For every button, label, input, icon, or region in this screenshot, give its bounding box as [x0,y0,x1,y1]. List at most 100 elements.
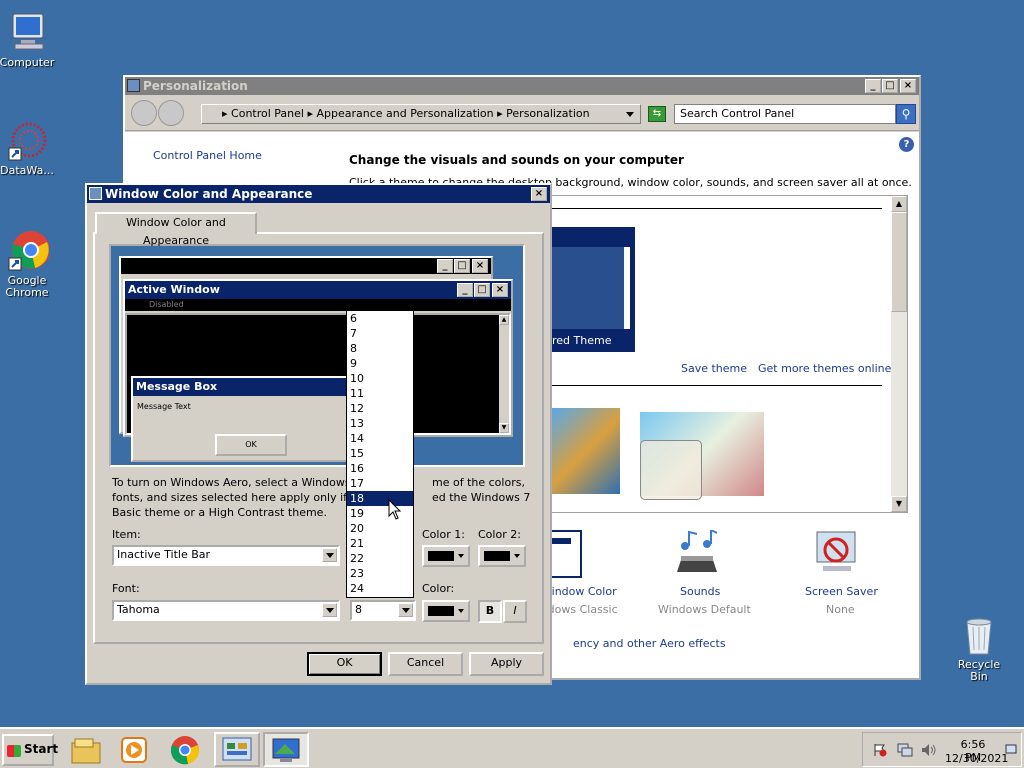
font-size-option[interactable]: 20 [347,521,413,536]
network-icon[interactable] [897,743,913,757]
desktop-icon-chrome[interactable]: Google Chrome [0,228,57,299]
action-center-icon[interactable] [873,743,887,757]
window-color-dialog: Window Color and Appearance × Window Col… [85,183,552,685]
color1-picker[interactable] [422,545,470,567]
ok-button[interactable]: OK [307,652,382,676]
breadcrumb-control-panel[interactable]: Control Panel [231,107,304,120]
appearance-preview[interactable]: _ □ × Active Window _ □ × Disabled ▲ ▼ M… [109,244,525,467]
scroll-thumb[interactable] [891,212,907,312]
taskbar-explorer-icon[interactable] [70,735,102,765]
desktop-icon-datawa[interactable]: DataWa... [0,118,57,177]
back-button[interactable] [131,100,157,126]
font-size-option[interactable]: 15 [347,446,413,461]
color1-label: Color 1: [422,528,465,541]
volume-icon[interactable] [921,743,937,757]
scroll-up-button[interactable]: ▲ [891,196,907,212]
sounds-item[interactable]: Sounds Windows Default [653,528,751,616]
screen-saver-item[interactable]: Screen Saver None [795,530,885,616]
desktop-icon-computer[interactable]: Computer [0,10,57,69]
font-color-swatch [428,606,454,616]
dialog-titlebar[interactable]: Window Color and Appearance × [87,185,550,203]
font-size-option[interactable]: 9 [347,356,413,371]
system-tray: 6:56 PM 12/30/2021 [862,732,1022,767]
tab-window-color[interactable]: Window Color and Appearance [95,212,257,247]
font-size-select[interactable]: 8 [350,600,416,621]
preview-message-box-titlebar: Message Box [133,378,357,396]
theme-thumb-aero-1[interactable] [552,408,620,494]
apply-button[interactable]: Apply [469,652,544,676]
taskbar-media-player-icon[interactable] [118,735,150,765]
maximize-button[interactable]: □ [882,79,898,93]
preview-disabled-text: Disabled [149,300,184,309]
font-size-dropdown-arrow[interactable] [398,603,413,617]
personalization-titlebar[interactable]: Personalization _ □ × [125,77,919,95]
taskbar-control-panel-button[interactable] [214,732,260,767]
refresh-icon[interactable]: ⇆ [648,106,666,122]
font-size-dropdown-list[interactable]: 6 7 8 9 10 11 12 13 14 15 16 17 18 19 20 21 22 23 24 [346,310,414,598]
font-size-option[interactable]: 6 [347,311,413,326]
taskbar-personalization-button[interactable] [263,732,309,767]
breadcrumb-appearance[interactable]: Appearance and Personalization [317,107,494,120]
more-themes-link[interactable]: Get more themes online [758,362,891,375]
font-color-label: Color: [422,582,455,595]
desktop-icon-recycle-bin[interactable]: Recycle Bin [949,612,1009,683]
address-dropdown-arrow[interactable] [626,112,634,117]
preview-inactive-titlebar: _ □ × [121,258,491,274]
font-size-option[interactable]: 10 [347,371,413,386]
scroll-down-button[interactable]: ▼ [891,496,907,512]
save-theme-link[interactable]: Save theme [681,362,747,375]
aero-info-text: To turn on Windows Aero, select a Window… [112,475,532,520]
help-icon[interactable]: ? [899,137,914,152]
font-size-option[interactable]: 8 [347,341,413,356]
start-button[interactable]: Start [2,734,58,766]
font-size-option[interactable]: 21 [347,536,413,551]
preview-message-box-title: Message Box [136,380,218,393]
search-icon[interactable]: ⚲ [896,104,916,124]
font-size-option[interactable]: 24 [347,581,413,596]
font-size-option[interactable]: 14 [347,431,413,446]
font-color-picker[interactable] [422,600,470,622]
aero-info-line-1: To turn on Windows Aero, select a Window… [112,476,351,489]
italic-button[interactable]: I [503,600,527,623]
preview-active-titlebar: Active Window _ □ × [125,281,511,299]
color2-arrow-icon [514,554,520,558]
forward-button[interactable] [158,100,184,126]
aero-effects-link[interactable]: ency and other Aero effects [573,637,726,650]
item-select[interactable]: Inactive Title Bar [112,545,340,566]
theme-list-scrollbar[interactable]: ▲ ▼ [891,196,907,512]
color2-picker[interactable] [478,545,526,567]
bold-button[interactable]: B [478,600,502,623]
preview-active-max-icon: □ [474,283,490,297]
control-panel-home-link[interactable]: Control Panel Home [153,149,262,162]
item-dropdown-arrow[interactable] [322,548,337,562]
font-select[interactable]: Tahoma [112,600,340,621]
font-size-option[interactable]: 11 [347,386,413,401]
cancel-button[interactable]: Cancel [388,652,463,676]
datawa-icon [5,118,49,162]
sounds-icon [673,528,723,578]
show-desktop-icon[interactable] [1005,741,1017,759]
font-size-option[interactable]: 17 [347,476,413,491]
theme-divider-2 [552,385,882,386]
font-size-option[interactable]: 23 [347,566,413,581]
font-size-option[interactable]: 19 [347,506,413,521]
breadcrumb-personalization[interactable]: Personalization [506,107,589,120]
theme-item-selected[interactable]: red Theme [552,227,635,352]
font-size-option[interactable]: 13 [347,416,413,431]
theme-thumbnail [552,247,630,329]
taskbar-chrome-icon[interactable] [169,735,201,765]
font-size-option[interactable]: 7 [347,326,413,341]
dialog-close-button[interactable]: × [531,187,547,201]
font-dropdown-arrow[interactable] [322,603,337,617]
theme-list[interactable]: red Theme Save theme Get more themes onl… [545,195,908,513]
close-button[interactable]: × [900,79,916,93]
clock-date[interactable]: 12/30/2021 [945,752,1008,765]
search-input[interactable]: Search Control Panel [674,104,896,124]
sounds-label: Sounds [680,585,721,598]
address-bar[interactable]: ▸ Control Panel ▸ Appearance and Persona… [201,104,641,124]
font-size-option[interactable]: 16 [347,461,413,476]
font-size-option[interactable]: 18 [347,491,413,506]
font-size-option[interactable]: 12 [347,401,413,416]
minimize-button[interactable]: _ [865,79,881,93]
font-size-option[interactable]: 22 [347,551,413,566]
